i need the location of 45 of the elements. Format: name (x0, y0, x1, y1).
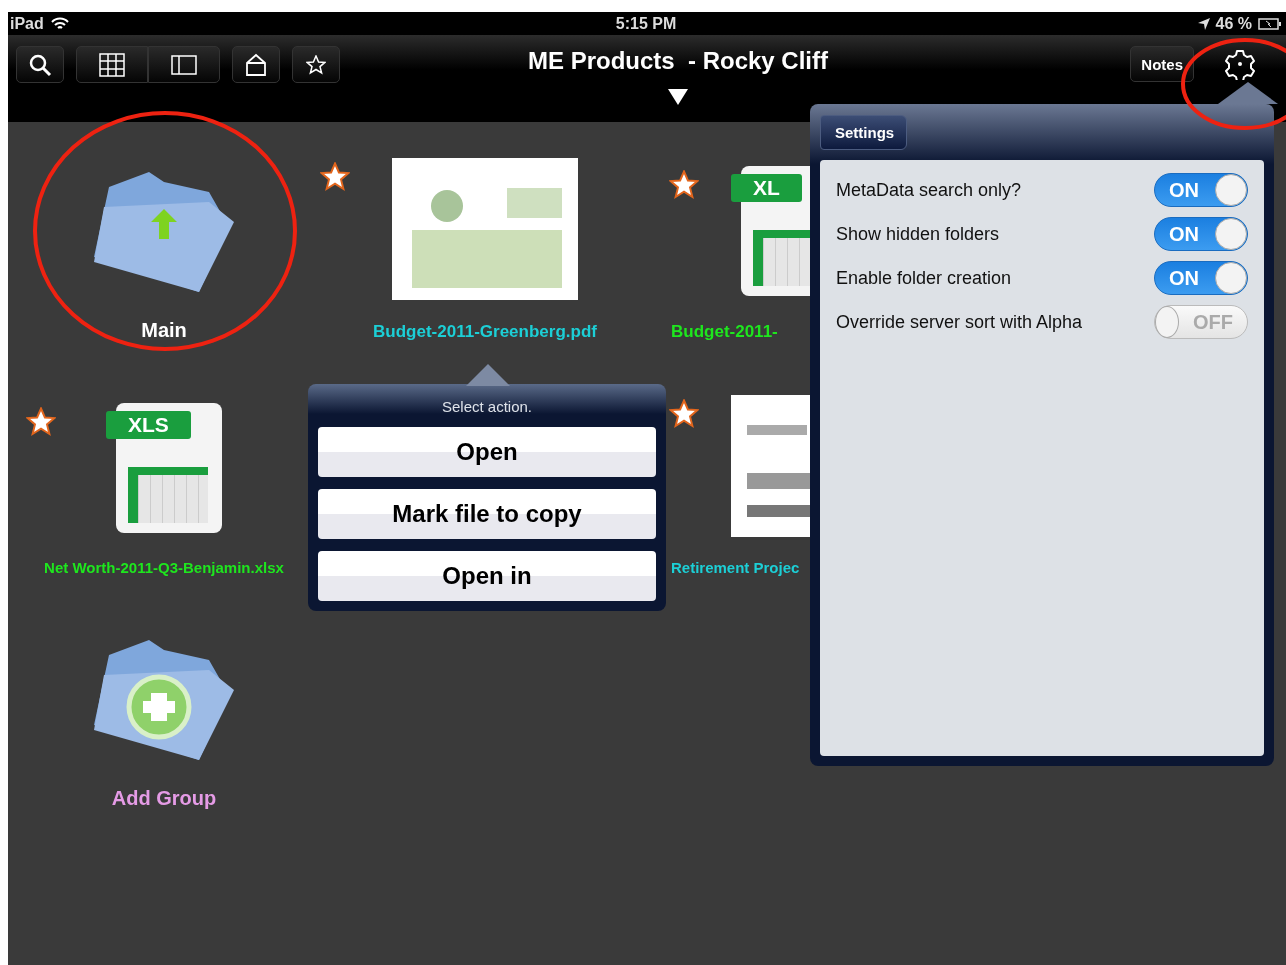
file-name[interactable]: Add Group (111, 787, 217, 810)
favorites-button[interactable] (292, 46, 340, 83)
toggle-switch[interactable]: ON (1154, 261, 1248, 295)
toggle-switch[interactable]: ON (1154, 173, 1248, 207)
search-button[interactable] (16, 46, 64, 83)
file-type-label: XL (731, 174, 802, 202)
table-grid-icon (128, 467, 208, 523)
star-icon[interactable] (26, 407, 56, 437)
home-button[interactable] (232, 46, 280, 83)
star-icon[interactable] (669, 170, 699, 200)
location-arrow-icon (1197, 17, 1210, 30)
search-icon (28, 52, 52, 77)
file-name[interactable]: Net Worth-2011-Q3-Benjamin.xlsx (44, 559, 284, 576)
document-thumbnail[interactable] (392, 158, 578, 300)
battery-percent: 46 % (1215, 14, 1252, 33)
file-name[interactable]: Main (141, 319, 187, 342)
popover-pointer (1218, 82, 1278, 104)
settings-icon[interactable] (1224, 48, 1256, 80)
grid-view-button[interactable] (76, 46, 148, 83)
toggle-switch[interactable]: ON (1154, 217, 1248, 251)
notes-button[interactable]: Notes (1130, 46, 1194, 82)
sidebar-view-button[interactable] (148, 46, 220, 83)
popover-title: Select action. (440, 398, 534, 415)
window-title: ME Products - Rocky Cliff (527, 47, 828, 75)
settings-back-button[interactable]: Settings (820, 114, 908, 150)
action-button[interactable]: Open in (318, 551, 656, 601)
star-icon[interactable] (669, 399, 699, 429)
star-icon[interactable] (320, 162, 350, 192)
setting-label: Override server sort with Alpha (836, 311, 1083, 333)
house-icon (245, 52, 267, 77)
grid-icon (99, 52, 125, 77)
battery-icon (1258, 17, 1282, 30)
star-icon (306, 54, 326, 75)
file-name[interactable]: Retirement Projec (671, 559, 800, 576)
sidebar-icon (171, 54, 197, 75)
popover-pointer (466, 364, 510, 386)
file-name[interactable]: Budget-2011- (671, 322, 778, 342)
action-button[interactable]: Mark file to copy (318, 489, 656, 539)
file-type-label: XLS (106, 411, 191, 439)
wifi-icon (49, 16, 70, 31)
file-name[interactable]: Budget-2011-Greenberg.pdf (373, 322, 597, 342)
device-name: iPad (10, 14, 44, 33)
dropdown-triangle-icon[interactable] (668, 89, 688, 105)
status-time: 5:15 PM (615, 14, 677, 33)
action-button[interactable]: Open (318, 427, 656, 477)
